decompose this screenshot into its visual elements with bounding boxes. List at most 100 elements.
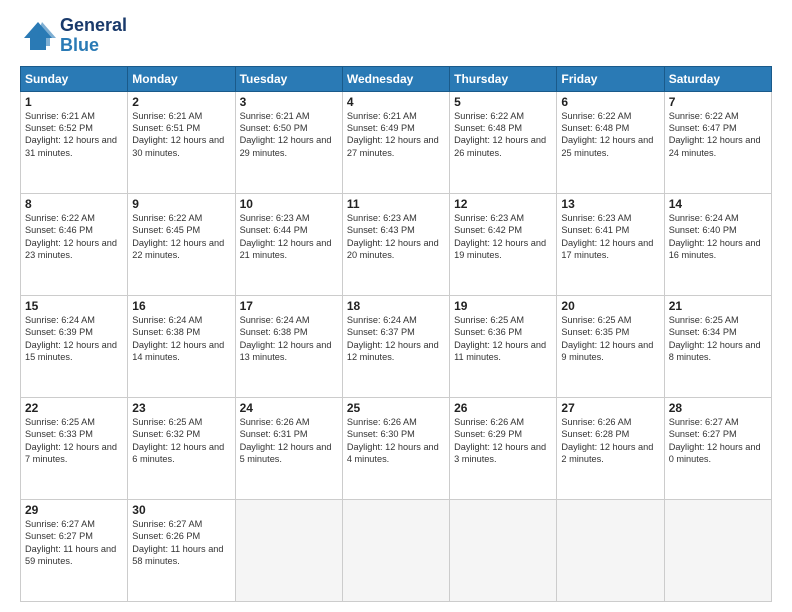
calendar-cell: 8Sunrise: 6:22 AMSunset: 6:46 PMDaylight… xyxy=(21,193,128,295)
day-number: 28 xyxy=(669,401,767,415)
day-number: 14 xyxy=(669,197,767,211)
calendar-week-row: 15Sunrise: 6:24 AMSunset: 6:39 PMDayligh… xyxy=(21,295,772,397)
logo: General Blue xyxy=(20,16,127,56)
calendar-cell: 21Sunrise: 6:25 AMSunset: 6:34 PMDayligh… xyxy=(664,295,771,397)
calendar-cell: 15Sunrise: 6:24 AMSunset: 6:39 PMDayligh… xyxy=(21,295,128,397)
day-info: Sunrise: 6:21 AMSunset: 6:49 PMDaylight:… xyxy=(347,110,445,160)
day-info: Sunrise: 6:26 AMSunset: 6:31 PMDaylight:… xyxy=(240,416,338,466)
day-number: 22 xyxy=(25,401,123,415)
header: General Blue xyxy=(20,16,772,56)
day-info: Sunrise: 6:25 AMSunset: 6:36 PMDaylight:… xyxy=(454,314,552,364)
day-info: Sunrise: 6:22 AMSunset: 6:48 PMDaylight:… xyxy=(454,110,552,160)
calendar-cell: 30Sunrise: 6:27 AMSunset: 6:26 PMDayligh… xyxy=(128,499,235,601)
calendar-cell: 13Sunrise: 6:23 AMSunset: 6:41 PMDayligh… xyxy=(557,193,664,295)
calendar-cell xyxy=(342,499,449,601)
calendar-week-row: 8Sunrise: 6:22 AMSunset: 6:46 PMDaylight… xyxy=(21,193,772,295)
calendar-cell: 27Sunrise: 6:26 AMSunset: 6:28 PMDayligh… xyxy=(557,397,664,499)
day-info: Sunrise: 6:24 AMSunset: 6:38 PMDaylight:… xyxy=(132,314,230,364)
page: General Blue Sunday Monday Tuesday Wedne… xyxy=(0,0,792,612)
calendar-cell: 20Sunrise: 6:25 AMSunset: 6:35 PMDayligh… xyxy=(557,295,664,397)
calendar-cell: 17Sunrise: 6:24 AMSunset: 6:38 PMDayligh… xyxy=(235,295,342,397)
day-number: 17 xyxy=(240,299,338,313)
day-info: Sunrise: 6:24 AMSunset: 6:37 PMDaylight:… xyxy=(347,314,445,364)
calendar-cell xyxy=(235,499,342,601)
day-number: 3 xyxy=(240,95,338,109)
col-friday: Friday xyxy=(557,66,664,91)
calendar-cell: 25Sunrise: 6:26 AMSunset: 6:30 PMDayligh… xyxy=(342,397,449,499)
day-number: 8 xyxy=(25,197,123,211)
calendar-cell: 14Sunrise: 6:24 AMSunset: 6:40 PMDayligh… xyxy=(664,193,771,295)
calendar-cell: 7Sunrise: 6:22 AMSunset: 6:47 PMDaylight… xyxy=(664,91,771,193)
calendar-cell: 18Sunrise: 6:24 AMSunset: 6:37 PMDayligh… xyxy=(342,295,449,397)
day-info: Sunrise: 6:22 AMSunset: 6:47 PMDaylight:… xyxy=(669,110,767,160)
calendar-cell xyxy=(450,499,557,601)
calendar-cell: 24Sunrise: 6:26 AMSunset: 6:31 PMDayligh… xyxy=(235,397,342,499)
calendar-cell: 1Sunrise: 6:21 AMSunset: 6:52 PMDaylight… xyxy=(21,91,128,193)
day-number: 7 xyxy=(669,95,767,109)
day-info: Sunrise: 6:24 AMSunset: 6:38 PMDaylight:… xyxy=(240,314,338,364)
day-number: 26 xyxy=(454,401,552,415)
calendar-cell: 2Sunrise: 6:21 AMSunset: 6:51 PMDaylight… xyxy=(128,91,235,193)
day-info: Sunrise: 6:27 AMSunset: 6:26 PMDaylight:… xyxy=(132,518,230,568)
day-info: Sunrise: 6:25 AMSunset: 6:32 PMDaylight:… xyxy=(132,416,230,466)
day-info: Sunrise: 6:21 AMSunset: 6:50 PMDaylight:… xyxy=(240,110,338,160)
col-tuesday: Tuesday xyxy=(235,66,342,91)
day-info: Sunrise: 6:27 AMSunset: 6:27 PMDaylight:… xyxy=(25,518,123,568)
day-number: 24 xyxy=(240,401,338,415)
day-info: Sunrise: 6:24 AMSunset: 6:39 PMDaylight:… xyxy=(25,314,123,364)
day-number: 25 xyxy=(347,401,445,415)
day-number: 5 xyxy=(454,95,552,109)
calendar-cell: 26Sunrise: 6:26 AMSunset: 6:29 PMDayligh… xyxy=(450,397,557,499)
day-number: 13 xyxy=(561,197,659,211)
day-info: Sunrise: 6:23 AMSunset: 6:44 PMDaylight:… xyxy=(240,212,338,262)
calendar-cell: 23Sunrise: 6:25 AMSunset: 6:32 PMDayligh… xyxy=(128,397,235,499)
day-info: Sunrise: 6:21 AMSunset: 6:51 PMDaylight:… xyxy=(132,110,230,160)
calendar-cell: 4Sunrise: 6:21 AMSunset: 6:49 PMDaylight… xyxy=(342,91,449,193)
day-number: 6 xyxy=(561,95,659,109)
day-info: Sunrise: 6:26 AMSunset: 6:28 PMDaylight:… xyxy=(561,416,659,466)
logo-icon xyxy=(20,18,56,54)
day-number: 2 xyxy=(132,95,230,109)
day-info: Sunrise: 6:22 AMSunset: 6:48 PMDaylight:… xyxy=(561,110,659,160)
day-info: Sunrise: 6:23 AMSunset: 6:42 PMDaylight:… xyxy=(454,212,552,262)
calendar-cell: 19Sunrise: 6:25 AMSunset: 6:36 PMDayligh… xyxy=(450,295,557,397)
day-number: 23 xyxy=(132,401,230,415)
logo-text: General Blue xyxy=(60,16,127,56)
calendar-week-row: 29Sunrise: 6:27 AMSunset: 6:27 PMDayligh… xyxy=(21,499,772,601)
calendar-cell: 22Sunrise: 6:25 AMSunset: 6:33 PMDayligh… xyxy=(21,397,128,499)
day-info: Sunrise: 6:26 AMSunset: 6:29 PMDaylight:… xyxy=(454,416,552,466)
col-wednesday: Wednesday xyxy=(342,66,449,91)
calendar-table: Sunday Monday Tuesday Wednesday Thursday… xyxy=(20,66,772,602)
calendar-cell: 16Sunrise: 6:24 AMSunset: 6:38 PMDayligh… xyxy=(128,295,235,397)
day-number: 30 xyxy=(132,503,230,517)
col-monday: Monday xyxy=(128,66,235,91)
day-info: Sunrise: 6:26 AMSunset: 6:30 PMDaylight:… xyxy=(347,416,445,466)
calendar-cell: 3Sunrise: 6:21 AMSunset: 6:50 PMDaylight… xyxy=(235,91,342,193)
day-info: Sunrise: 6:22 AMSunset: 6:45 PMDaylight:… xyxy=(132,212,230,262)
col-sunday: Sunday xyxy=(21,66,128,91)
day-number: 29 xyxy=(25,503,123,517)
day-number: 15 xyxy=(25,299,123,313)
day-number: 4 xyxy=(347,95,445,109)
logo-general: General xyxy=(60,15,127,35)
calendar-cell: 11Sunrise: 6:23 AMSunset: 6:43 PMDayligh… xyxy=(342,193,449,295)
day-number: 20 xyxy=(561,299,659,313)
calendar-cell xyxy=(664,499,771,601)
day-number: 11 xyxy=(347,197,445,211)
calendar-cell: 12Sunrise: 6:23 AMSunset: 6:42 PMDayligh… xyxy=(450,193,557,295)
day-number: 10 xyxy=(240,197,338,211)
day-info: Sunrise: 6:22 AMSunset: 6:46 PMDaylight:… xyxy=(25,212,123,262)
calendar-week-row: 22Sunrise: 6:25 AMSunset: 6:33 PMDayligh… xyxy=(21,397,772,499)
day-number: 1 xyxy=(25,95,123,109)
day-info: Sunrise: 6:23 AMSunset: 6:41 PMDaylight:… xyxy=(561,212,659,262)
calendar-cell: 10Sunrise: 6:23 AMSunset: 6:44 PMDayligh… xyxy=(235,193,342,295)
calendar-cell: 5Sunrise: 6:22 AMSunset: 6:48 PMDaylight… xyxy=(450,91,557,193)
calendar-cell xyxy=(557,499,664,601)
calendar-header-row: Sunday Monday Tuesday Wednesday Thursday… xyxy=(21,66,772,91)
day-info: Sunrise: 6:25 AMSunset: 6:35 PMDaylight:… xyxy=(561,314,659,364)
calendar-cell: 28Sunrise: 6:27 AMSunset: 6:27 PMDayligh… xyxy=(664,397,771,499)
col-saturday: Saturday xyxy=(664,66,771,91)
calendar-cell: 6Sunrise: 6:22 AMSunset: 6:48 PMDaylight… xyxy=(557,91,664,193)
day-info: Sunrise: 6:25 AMSunset: 6:34 PMDaylight:… xyxy=(669,314,767,364)
logo-blue: Blue xyxy=(60,35,99,55)
